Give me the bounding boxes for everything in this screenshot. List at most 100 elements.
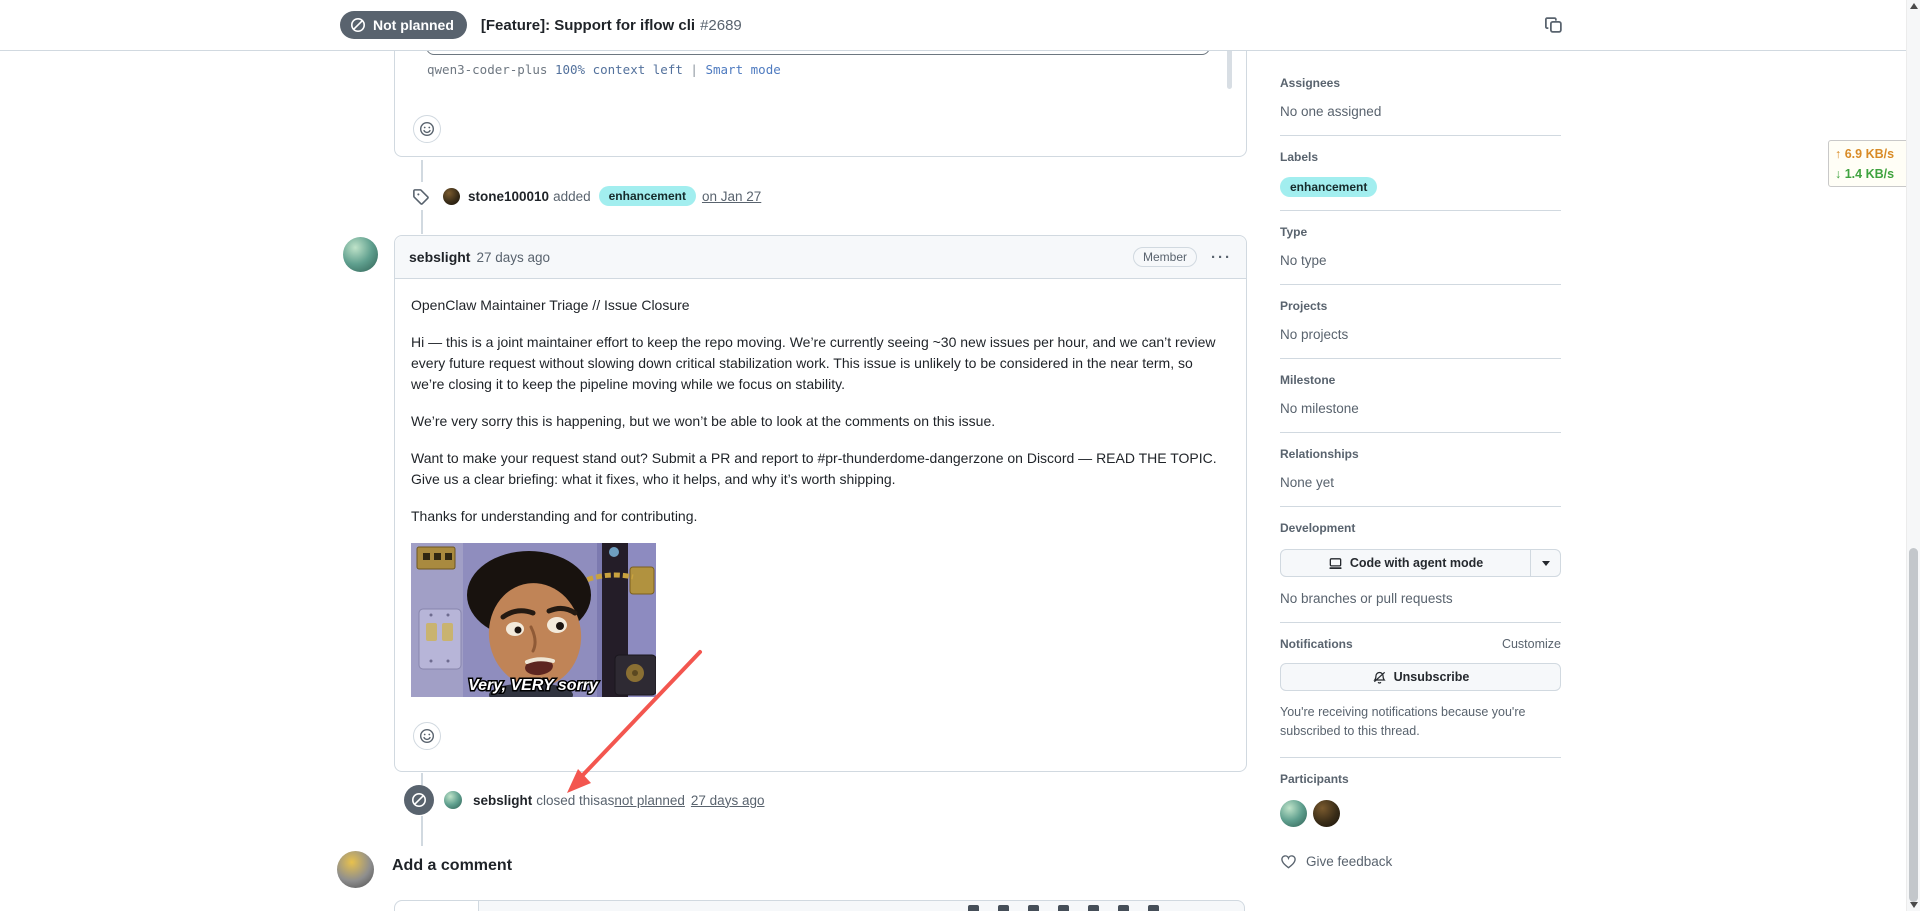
sidebar-section-milestone: Milestone No milestone bbox=[1280, 359, 1561, 433]
label-event-date-link[interactable]: on Jan 27 bbox=[702, 189, 761, 204]
projects-title[interactable]: Projects bbox=[1280, 299, 1561, 313]
type-empty: No type bbox=[1280, 253, 1327, 268]
avatar[interactable] bbox=[337, 851, 374, 888]
download-arrow: ↓ bbox=[1835, 166, 1842, 181]
milestone-empty: No milestone bbox=[1280, 401, 1359, 416]
labels-title[interactable]: Labels bbox=[1280, 150, 1561, 164]
closed-state-link[interactable]: not planned bbox=[614, 793, 685, 808]
copy-link-button[interactable] bbox=[1544, 15, 1566, 37]
timeline-line bbox=[421, 210, 423, 234]
avatar[interactable] bbox=[1280, 800, 1307, 827]
toolbar-icon[interactable] bbox=[968, 905, 979, 911]
avatar[interactable] bbox=[443, 187, 460, 205]
customize-link[interactable]: Customize bbox=[1502, 637, 1561, 651]
sidebar-section-relationships: Relationships None yet bbox=[1280, 433, 1561, 507]
label-enhancement[interactable]: enhancement bbox=[598, 186, 696, 206]
add-comment-heading: Add a comment bbox=[392, 857, 513, 874]
comment-paragraph: We’re very sorry this is happening, but … bbox=[411, 413, 996, 429]
toolbar-icon[interactable] bbox=[1058, 905, 1069, 911]
closed-event-actor[interactable]: sebslight bbox=[473, 793, 532, 808]
sorry-gif-art: Very, VERY sorry bbox=[411, 543, 657, 707]
code-context-text: 100% context left bbox=[554, 62, 683, 77]
comment-paragraph: Want to make your request stand out? Sub… bbox=[411, 450, 1217, 487]
milestone-title[interactable]: Milestone bbox=[1280, 373, 1561, 387]
code-model-name: qwen3-coder-plus bbox=[427, 62, 548, 77]
add-reaction-button[interactable] bbox=[413, 722, 441, 750]
code-mode-text: Smart mode bbox=[705, 62, 781, 77]
toolbar-icon[interactable] bbox=[1148, 905, 1159, 911]
notifications-note: You're receiving notifications because y… bbox=[1280, 705, 1526, 738]
bell-slash-icon bbox=[1373, 671, 1386, 684]
skip-circle-icon bbox=[412, 793, 426, 807]
toolbar-icon[interactable] bbox=[1088, 905, 1099, 911]
sidebar-section-development: Development Code with agent mode No bran… bbox=[1280, 507, 1561, 623]
smiley-icon bbox=[419, 728, 435, 744]
toolbar-icon[interactable] bbox=[998, 905, 1009, 911]
sidebar-section-projects: Projects No projects bbox=[1280, 285, 1561, 359]
closed-event-as: as bbox=[600, 792, 615, 808]
relationships-empty: None yet bbox=[1280, 475, 1335, 490]
give-feedback-label: Give feedback bbox=[1306, 854, 1393, 869]
closed-event-row: sebslight closed this as not planned 27 days… bbox=[404, 785, 771, 815]
status-badge-label: Not planned bbox=[373, 17, 454, 33]
comment-editor-tabbar bbox=[394, 900, 1245, 911]
assignees-title[interactable]: Assignees bbox=[1280, 76, 1561, 90]
label-event-actor[interactable]: stone100010 bbox=[468, 189, 549, 204]
give-feedback-link[interactable]: Give feedback bbox=[1280, 853, 1561, 870]
scroll-down-button[interactable] bbox=[1910, 902, 1918, 908]
closed-event-date-link[interactable]: 27 days ago bbox=[691, 793, 765, 808]
upload-speed: 6.9 KB/s bbox=[1844, 146, 1895, 161]
scroll-up-button[interactable] bbox=[1910, 3, 1918, 9]
avatar[interactable] bbox=[343, 237, 378, 272]
download-speed: 1.4 KB/s bbox=[1844, 166, 1895, 181]
type-title[interactable]: Type bbox=[1280, 225, 1561, 239]
comment-header: sebslight 27 days ago Member ··· bbox=[395, 236, 1246, 279]
label-event-row: stone100010 added enhancement on Jan 27 bbox=[404, 184, 770, 208]
comment-author[interactable]: sebslight bbox=[409, 249, 470, 265]
issue-number: #2689 bbox=[700, 16, 742, 34]
tab-write[interactable] bbox=[395, 901, 479, 911]
issue-sidebar: Assignees No one assigned Labels enhance… bbox=[1280, 62, 1561, 886]
device-icon bbox=[1329, 557, 1342, 569]
sidebar-section-participants: Participants Give feedback bbox=[1280, 758, 1561, 886]
sidebar-section-assignees: Assignees No one assigned bbox=[1280, 62, 1561, 136]
timeline-line bbox=[421, 816, 423, 846]
avatar[interactable] bbox=[444, 791, 462, 809]
page-scrollbar[interactable] bbox=[1906, 0, 1920, 911]
development-title[interactable]: Development bbox=[1280, 521, 1561, 535]
comment-timestamp[interactable]: 27 days ago bbox=[476, 250, 550, 265]
upload-arrow: ↑ bbox=[1835, 146, 1842, 161]
comment-paragraph: Thanks for understanding and for contrib… bbox=[411, 508, 698, 524]
agent-mode-dropdown-button[interactable] bbox=[1530, 550, 1560, 576]
avatar[interactable] bbox=[1313, 800, 1340, 827]
relationships-title[interactable]: Relationships bbox=[1280, 447, 1561, 461]
projects-empty: No projects bbox=[1280, 327, 1349, 342]
toolbar-icon[interactable] bbox=[1118, 905, 1129, 911]
add-reaction-button[interactable] bbox=[413, 115, 441, 143]
heart-icon bbox=[1281, 855, 1296, 869]
code-with-agent-mode-button[interactable]: Code with agent mode bbox=[1280, 549, 1561, 577]
code-with-agent-mode-label: Code with agent mode bbox=[1349, 556, 1484, 570]
comment-body: OpenClaw Maintainer Triage // Issue Clos… bbox=[395, 279, 1246, 766]
issue-sticky-header: Not planned [Feature]: Support for iflow… bbox=[0, 0, 1906, 51]
code-separator: | bbox=[690, 62, 698, 77]
markdown-toolbar bbox=[968, 905, 1159, 911]
member-badge: Member bbox=[1132, 247, 1197, 267]
comment-paragraph: Hi — this is a joint maintainer effort t… bbox=[411, 334, 1216, 392]
tag-icon bbox=[413, 188, 429, 205]
toolbar-icon[interactable] bbox=[1028, 905, 1039, 911]
scrollbar-thumb[interactable] bbox=[1909, 548, 1918, 902]
closed-state-icon-circle bbox=[404, 785, 434, 815]
timeline-line bbox=[421, 160, 423, 182]
netspeed-widget[interactable]: ↑ 6.9 KB/s ↓ 1.4 KB/s bbox=[1828, 140, 1911, 187]
assignees-empty: No one assigned bbox=[1280, 104, 1382, 119]
code-line: qwen3-coder-plus 100% context left | Sma… bbox=[427, 62, 781, 77]
sidebar-section-notifications: Notifications Customize Unsubscribe You'… bbox=[1280, 623, 1561, 758]
status-badge: Not planned bbox=[340, 11, 467, 39]
comment-menu-button[interactable]: ··· bbox=[1211, 249, 1232, 266]
label-event-action: added bbox=[553, 188, 591, 204]
gif-image[interactable]: Very, VERY sorry bbox=[411, 543, 1230, 707]
unsubscribe-button[interactable]: Unsubscribe bbox=[1280, 663, 1561, 691]
notifications-title: Notifications bbox=[1280, 637, 1353, 651]
label-enhancement[interactable]: enhancement bbox=[1280, 177, 1378, 197]
